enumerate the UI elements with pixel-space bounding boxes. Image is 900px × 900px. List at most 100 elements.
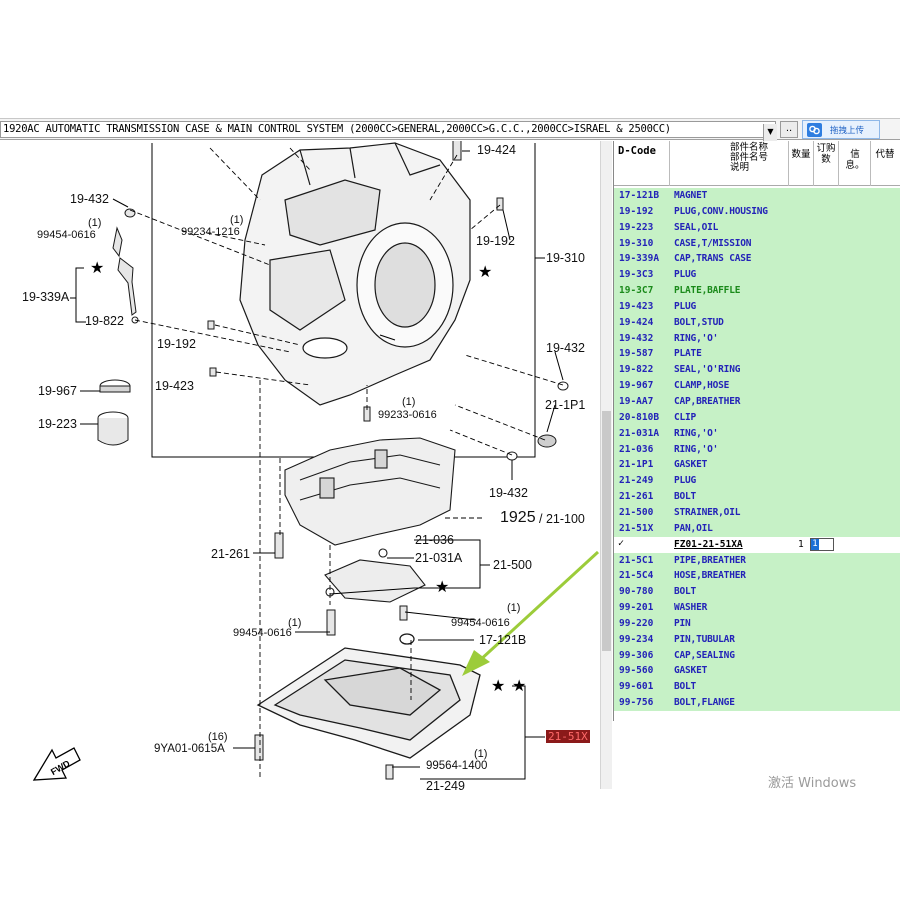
parts-row[interactable]: 21-51X PAN,OIL xyxy=(614,520,900,537)
parts-diagram[interactable]: FWD 19-424 19-432 (1) 99454-0616 (1) 992… xyxy=(0,141,612,900)
section-ref-1925[interactable]: 1925 xyxy=(500,509,536,527)
part-name: PIN xyxy=(674,617,691,629)
selected-part-row[interactable]: ✓ FZ01-21-51XA 1 1 xyxy=(614,536,900,553)
part-label-19-432[interactable]: 19-432 xyxy=(489,486,528,500)
part-name: BOLT,FLANGE xyxy=(674,697,735,709)
parts-row[interactable]: 19-223 SEAL,OIL xyxy=(614,219,900,236)
diagram-scrollbar[interactable] xyxy=(600,141,612,789)
part-label-21-249[interactable]: 21-249 xyxy=(426,779,465,793)
parts-row[interactable]: 99-756 BOLT,FLANGE xyxy=(614,695,900,711)
part-code: 17-121B xyxy=(619,190,660,201)
part-label-21-031A[interactable]: 21-031A xyxy=(415,551,462,565)
header-name-cell[interactable]: 部件名称 部件名号 说明 xyxy=(670,141,789,186)
parts-row[interactable]: 19-424 BOLT,STUD xyxy=(614,314,900,331)
header-order-qty-cell[interactable]: 订购数 xyxy=(814,141,839,186)
parts-row[interactable]: 99-601 BOLT xyxy=(614,679,900,696)
parts-row[interactable]: 21-031A RING,'O' xyxy=(614,425,900,442)
part-label-19-223[interactable]: 19-223 xyxy=(38,417,77,431)
star-marker: ★ xyxy=(491,676,506,695)
header-info-cell[interactable]: 信息。 xyxy=(839,141,871,186)
part-code: 99-560 xyxy=(619,665,654,677)
part-label-19-423[interactable]: 19-423 xyxy=(155,379,194,393)
part-label-9YA01-0615A[interactable]: 9YA01-0615A xyxy=(154,743,225,755)
part-label-21-51X[interactable]: 21-51X xyxy=(546,730,590,743)
part-label-21-261[interactable]: 21-261 xyxy=(211,547,250,561)
title-bar: 1920AC AUTOMATIC TRANSMISSION CASE & MAI… xyxy=(0,118,900,141)
part-name: CAP,TRANS CASE xyxy=(674,253,752,265)
qty-label: (1) xyxy=(88,217,102,229)
part-label-19-192[interactable]: 19-192 xyxy=(476,234,515,248)
part-label-19-432[interactable]: 19-432 xyxy=(70,192,109,206)
parts-row[interactable]: 21-036 RING,'O' xyxy=(614,441,900,458)
part-name: CAP,SEALING xyxy=(674,649,735,661)
part-label-19-967[interactable]: 19-967 xyxy=(38,384,77,398)
parts-row[interactable]: 21-500 STRAINER,OIL xyxy=(614,504,900,521)
qty-label: (1) xyxy=(507,602,521,614)
selected-part-number[interactable]: FZ01-21-51XA xyxy=(674,539,743,550)
part-name: BOLT xyxy=(674,681,697,693)
part-label-99454-0616[interactable]: 99454-0616 xyxy=(37,229,96,241)
parts-row[interactable]: 99-220 PIN xyxy=(614,615,900,632)
parts-row[interactable]: 21-1P1 GASKET xyxy=(614,457,900,474)
parts-row[interactable]: 99-201 WASHER xyxy=(614,600,900,616)
part-label-19-192[interactable]: 19-192 xyxy=(157,337,196,351)
part-label-21-1P1[interactable]: 21-1P1 xyxy=(545,398,585,412)
part-label-19-822[interactable]: 19-822 xyxy=(85,314,124,328)
scrollbar-thumb[interactable] xyxy=(602,411,611,651)
part-label-99454-0616[interactable]: 99454-0616 xyxy=(451,617,510,629)
more-button[interactable]: .. xyxy=(780,121,798,138)
parts-row[interactable]: 21-5C4 HOSE,BREATHER xyxy=(614,568,900,585)
cloud-upload-icon xyxy=(807,123,822,137)
dropdown-arrow-icon[interactable]: ▼ xyxy=(763,124,777,141)
part-label-17-121B[interactable]: 17-121B xyxy=(479,633,526,647)
parts-row[interactable]: 19-967 CLAMP,HOSE xyxy=(614,378,900,394)
part-label-99454-0616[interactable]: 99454-0616 xyxy=(233,627,292,639)
parts-row[interactable]: 19-423 PLUG xyxy=(614,298,900,315)
part-name: MAGNET xyxy=(674,190,708,201)
section-ref-21-100[interactable]: / 21-100 xyxy=(539,512,585,526)
parts-row[interactable]: 99-234 PIN,TUBULAR xyxy=(614,631,900,648)
part-label-99233-0616[interactable]: 99233-0616 xyxy=(378,409,437,421)
header-qty: 数量 xyxy=(791,149,811,160)
header-alt-cell[interactable]: 代替 xyxy=(871,141,900,186)
part-name: PIN,TUBULAR xyxy=(674,633,735,645)
order-qty-input[interactable]: 1 xyxy=(810,537,834,551)
parts-row[interactable]: 19-3C3 PLUG xyxy=(614,267,900,284)
part-label-99564-1400[interactable]: 99564-1400 xyxy=(426,760,487,772)
part-label-21-500[interactable]: 21-500 xyxy=(493,558,532,572)
parts-row[interactable]: 90-780 BOLT xyxy=(614,584,900,601)
part-label-21-036[interactable]: 21-036 xyxy=(415,533,454,547)
parts-row[interactable]: 19-339A CAP,TRANS CASE xyxy=(614,251,900,268)
part-code: 19-967 xyxy=(619,380,654,392)
parts-row[interactable]: 99-306 CAP,SEALING xyxy=(614,647,900,664)
parts-row[interactable]: 19-AA7 CAP,BREATHER xyxy=(614,393,900,410)
upload-button[interactable]: 拖拽上传 xyxy=(802,120,880,139)
header-dcode-cell[interactable]: D-Code xyxy=(614,141,670,186)
part-label-19-310[interactable]: 19-310 xyxy=(546,251,585,265)
part-name: SEAL,'O'RING xyxy=(674,364,741,376)
parts-table-header: D-Code 部件名称 部件名号 说明 数量 订购数 信息。 代替 xyxy=(614,141,900,186)
parts-row[interactable]: 99-560 GASKET xyxy=(614,663,900,680)
part-label-99234-1216[interactable]: 99234-1216 xyxy=(181,226,240,238)
parts-row[interactable]: 19-432 RING,'O' xyxy=(614,330,900,347)
parts-row[interactable]: 17-121B MAGNET xyxy=(614,188,900,204)
parts-row[interactable]: 20-810B CLIP xyxy=(614,409,900,426)
header-dcode: D-Code xyxy=(618,145,656,157)
header-qty-cell[interactable]: 数量 xyxy=(789,141,814,186)
parts-row[interactable]: 19-587 PLATE xyxy=(614,346,900,363)
part-code: 19-310 xyxy=(619,237,654,249)
checkbox-check-icon[interactable]: ✓ xyxy=(618,538,624,549)
part-label-19-424[interactable]: 19-424 xyxy=(477,143,516,157)
part-label-19-432[interactable]: 19-432 xyxy=(546,341,585,355)
parts-row[interactable]: 21-249 PLUG xyxy=(614,473,900,490)
parts-row[interactable]: 21-5C1 PIPE,BREATHER xyxy=(614,552,900,569)
section-title-combobox[interactable]: 1920AC AUTOMATIC TRANSMISSION CASE & MAI… xyxy=(0,121,777,141)
part-label-19-339A[interactable]: 19-339A xyxy=(22,290,69,304)
part-code: 20-810B xyxy=(619,411,660,423)
parts-row[interactable]: 19-310 CASE,T/MISSION xyxy=(614,235,900,252)
parts-row[interactable]: 19-822 SEAL,'O'RING xyxy=(614,362,900,379)
parts-row[interactable]: 19-3C7 PLATE,BAFFLE xyxy=(614,283,900,299)
parts-row[interactable]: 19-192 PLUG,CONV.HOUSING xyxy=(614,203,900,220)
parts-row[interactable]: 21-261 BOLT xyxy=(614,489,900,505)
part-name: PLATE xyxy=(674,348,702,360)
